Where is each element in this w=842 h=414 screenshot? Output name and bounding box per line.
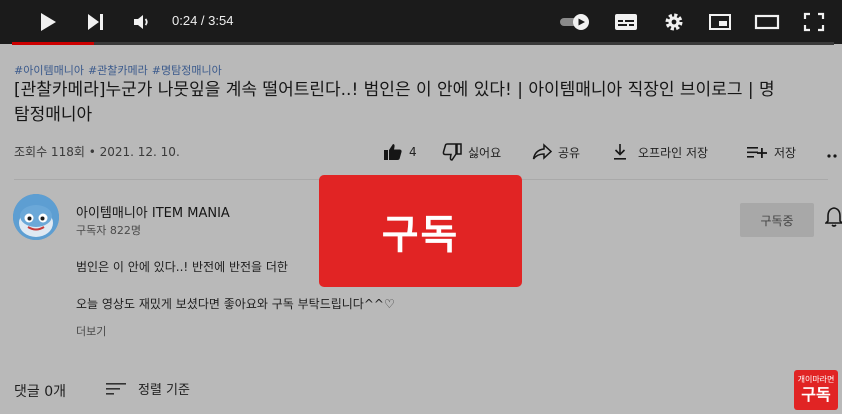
save-label: 저장: [774, 145, 797, 160]
progress-bar-fill: [12, 42, 95, 45]
description-line: 범인은 이 안에 있다..! 반전에 반전을 더한: [76, 260, 288, 274]
time-display: 0:24 / 3:54: [172, 13, 233, 28]
time-current: 0:24: [172, 13, 198, 28]
thumbs-down-icon: [442, 143, 462, 161]
subscriber-count: 구독자 822명: [76, 224, 141, 237]
autoplay-toggle[interactable]: [558, 8, 594, 36]
miniplayer-icon: [709, 14, 731, 30]
subscribe-overlay-button[interactable]: 구독: [319, 175, 522, 287]
subscribed-button[interactable]: 구독중: [740, 203, 814, 237]
more-horizontal-icon: [827, 154, 837, 158]
share-button[interactable]: 공유: [532, 140, 580, 164]
share-icon: [532, 143, 552, 160]
hashtag-link[interactable]: #명탐정매니아: [152, 64, 222, 77]
shark-mascot-icon: [13, 194, 59, 240]
settings-button[interactable]: [660, 8, 688, 36]
download-icon: [614, 144, 626, 160]
settings-gear-icon: [665, 13, 683, 31]
autoplay-toggle-icon: [560, 14, 589, 30]
video-title-line: [관찰카메라]누군가 나뭇잎을 계속 떨어트린다..! 범인은 이 안에 있다!…: [14, 80, 775, 100]
fullscreen-icon: [803, 12, 825, 32]
save-to-playlist-button[interactable]: 저장: [746, 140, 796, 164]
sort-comments-button[interactable]: 정렬 기준: [106, 379, 190, 398]
offline-save-button[interactable]: 오프라인 저장: [612, 140, 708, 164]
bell-icon: [824, 207, 842, 227]
playlist-add-icon: [747, 147, 767, 158]
notification-bell-button[interactable]: [824, 206, 842, 232]
volume-icon: [134, 15, 148, 29]
description-line: 오늘 영상도 재밌게 보셨다면 좋아요와 구독 부탁드립니다^^♡: [76, 297, 395, 311]
video-title-line: 탐정매니아: [14, 105, 93, 125]
subtitles-button[interactable]: [612, 8, 640, 36]
dislike-label: 싫어요: [468, 145, 502, 160]
next-icon: [88, 14, 103, 30]
play-icon: [41, 13, 56, 31]
hashtag-link[interactable]: #아이템매니아: [14, 64, 84, 77]
theater-mode-icon: [754, 14, 780, 30]
show-more-button[interactable]: 더보기: [76, 323, 106, 339]
miniplayer-button[interactable]: [706, 8, 734, 36]
share-label: 공유: [558, 145, 581, 160]
comment-count: 댓글 0개: [14, 384, 66, 400]
theater-mode-button[interactable]: [752, 8, 782, 36]
fullscreen-button[interactable]: [800, 8, 828, 36]
watermark-top-text: 개이마라면: [797, 375, 835, 384]
volume-button[interactable]: [128, 8, 156, 36]
like-button[interactable]: 4: [383, 140, 417, 164]
dislike-button[interactable]: 싫어요: [442, 140, 501, 164]
channel-avatar[interactable]: [13, 194, 59, 240]
video-title: [관찰카메라]누군가 나뭇잎을 계속 떨어트린다..! 범인은 이 안에 있다!…: [14, 78, 842, 128]
play-button[interactable]: [34, 8, 62, 36]
progress-bar[interactable]: [12, 42, 834, 45]
subscribe-overlay-label: 구독: [381, 212, 460, 258]
sort-icon: [106, 382, 126, 395]
video-player-controls: 0:24 / 3:54: [0, 0, 842, 45]
hashtag-link[interactable]: #관찰카메라: [88, 64, 148, 77]
next-video-button[interactable]: [82, 8, 110, 36]
subtitles-icon: [615, 14, 637, 30]
channel-watermark[interactable]: 개이마라면 구독: [794, 370, 838, 410]
time-separator: /: [197, 13, 209, 28]
video-actions: 4 싫어요 공유 오프라인 저장 저장: [0, 140, 842, 164]
thumbs-up-icon: [384, 144, 402, 160]
hashtag-list: #아이템매니아 #관찰카메라 #명탐정매니아: [14, 62, 226, 78]
like-count: 4: [409, 145, 417, 159]
sort-label: 정렬 기준: [138, 383, 190, 398]
subscribed-label: 구독중: [760, 213, 794, 228]
offline-save-label: 오프라인 저장: [638, 145, 709, 160]
channel-name[interactable]: 아이템매니아 ITEM MANIA: [76, 202, 230, 221]
watermark-bottom-text: 구독: [801, 385, 831, 404]
time-total: 3:54: [208, 13, 234, 28]
more-actions-button[interactable]: [826, 140, 842, 164]
